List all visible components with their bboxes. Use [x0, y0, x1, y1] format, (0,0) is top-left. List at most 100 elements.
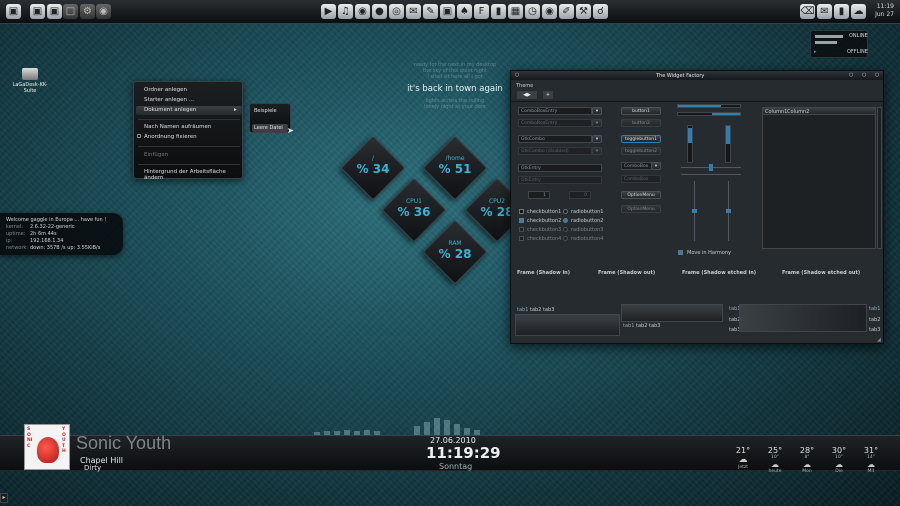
trash-icon[interactable]: ⌫ — [800, 4, 815, 19]
combo-arrow-icon-2[interactable]: ▾ — [592, 119, 602, 127]
editor-icon[interactable]: ✎ — [423, 4, 438, 19]
radiobutton2-dot[interactable] — [563, 218, 568, 223]
network-icon[interactable]: ☌ — [593, 4, 608, 19]
nb4-tab3[interactable]: tab3 — [869, 327, 880, 333]
battery-icon[interactable]: ▮ — [834, 4, 849, 19]
nb1-tab1[interactable]: tab1 — [517, 307, 528, 313]
menu-item-dokument-anlegen[interactable]: Dokument anlegen — [144, 107, 196, 113]
radiobutton1-dot[interactable] — [563, 209, 568, 214]
menu-item-einfuegen[interactable]: Einfügen — [144, 152, 168, 158]
vertical-progress-2 — [725, 125, 731, 163]
titlebar[interactable]: ○ The Widget Factory ○ ○ ○ — [511, 71, 883, 80]
root-title: / — [371, 155, 375, 162]
clock-icon[interactable]: ◷ — [525, 4, 540, 19]
combobox-entry-2[interactable]: ComboBoxEntry — [518, 119, 592, 127]
terminal2-icon[interactable]: ▮ — [491, 4, 506, 19]
menu-item-anordnung[interactable]: Anordnung fixieren — [144, 134, 197, 140]
weather-tray-icon[interactable]: ☁ — [851, 4, 866, 19]
weather-today-temp: 25° — [767, 446, 783, 455]
gear-icon[interactable]: ⚙ — [80, 4, 95, 19]
submenu-item-beispiele[interactable]: Beispiele — [254, 108, 277, 114]
vscale-2-handle[interactable] — [726, 209, 731, 213]
window-icon[interactable]: □ — [63, 4, 78, 19]
cloud-icon: ☁ — [771, 460, 779, 469]
calendar-icon[interactable]: ▦ — [508, 4, 523, 19]
font-icon[interactable]: F — [474, 4, 489, 19]
mail-tray-icon[interactable]: ✉ — [817, 4, 832, 19]
nb2-tab3[interactable]: tab3 — [649, 323, 660, 329]
checkbutton2-box[interactable] — [519, 218, 524, 223]
game-icon[interactable]: ♠ — [457, 4, 472, 19]
corner-launcher-icon[interactable]: ▸ — [0, 493, 8, 503]
desktop-icon-suite[interactable]: LaGaDesk-KK- Suite — [10, 68, 50, 94]
tree-view[interactable]: Column1 Column2 — [762, 107, 876, 249]
browser-icon[interactable]: ▣ — [30, 4, 45, 19]
button2: button2 — [621, 119, 661, 127]
option-menu-1[interactable]: OptionMenu — [621, 191, 661, 199]
lyrics-line-3: I shall sit here all I got — [427, 74, 483, 80]
combobox-1-arrow-icon[interactable]: ▾ — [651, 162, 661, 170]
column2-header[interactable]: Column2 — [787, 109, 809, 115]
mail-icon[interactable]: ✉ — [406, 4, 421, 19]
vscale-1-handle[interactable] — [692, 209, 697, 213]
togglebutton1[interactable]: togglebutton1 — [621, 135, 661, 143]
cloud-icon-2: ☁ — [803, 460, 811, 469]
weather-tue-temp: 30° — [831, 446, 847, 455]
nb2-tab2[interactable]: tab2 — [636, 323, 647, 329]
maximize-icon[interactable]: ○ — [862, 72, 866, 78]
chat-icon[interactable]: ● — [372, 4, 387, 19]
nb2-tab1[interactable]: tab1 — [623, 323, 634, 329]
disc-icon[interactable]: ◉ — [542, 4, 557, 19]
submenu-dokument: Beispiele Leere Datei — [249, 103, 291, 133]
minimize-icon[interactable]: ○ — [849, 72, 853, 78]
nb1-tab3[interactable]: tab3 — [543, 307, 554, 313]
menu-item-nach-namen[interactable]: Nach Namen aufräumen — [144, 124, 211, 130]
menu-item-starter-anlegen[interactable]: Starter anlegen ... — [144, 97, 194, 103]
gtk-entry[interactable]: GtkEntry — [518, 164, 602, 172]
uptime-value: 2h 6m 44s — [30, 231, 57, 237]
nb4-tab1[interactable]: tab1 — [869, 306, 880, 312]
web-icon[interactable]: ◉ — [96, 4, 111, 19]
nb4-tab2[interactable]: tab2 — [869, 317, 880, 323]
music-icon[interactable]: ♫ — [338, 4, 353, 19]
window-menu-icon[interactable]: ○ — [515, 72, 519, 78]
menu-item-hintergrund[interactable]: Hintergrund der Arbeitsfläche ändern — [144, 169, 242, 181]
camera-icon[interactable]: ◉ — [355, 4, 370, 19]
gtk-combo[interactable]: GtkCombo — [518, 135, 592, 143]
checkbutton1-box[interactable] — [519, 209, 524, 214]
close-icon[interactable]: ○ — [875, 72, 879, 78]
gtk-combo-arrow-icon[interactable]: ▾ — [592, 135, 602, 143]
nb1-tab2[interactable]: tab2 — [530, 307, 541, 313]
add-icon[interactable]: + — [543, 91, 553, 99]
menu-item-ordner-anlegen[interactable]: Ordner anlegen — [144, 87, 187, 93]
column1-header[interactable]: Column1 — [765, 109, 787, 115]
mouse-cursor-icon: ➤ — [287, 126, 294, 135]
globe-icon[interactable]: ◎ — [389, 4, 404, 19]
hscale-1-handle[interactable] — [709, 164, 713, 171]
hscale-2[interactable] — [681, 174, 741, 175]
spin-button-1[interactable]: 1 — [528, 191, 550, 199]
player-icon[interactable]: ▶ — [321, 4, 336, 19]
album-name: Dirty — [84, 464, 102, 472]
move-harmony-checkbox[interactable] — [678, 250, 683, 255]
combo-arrow-icon[interactable]: ▾ — [592, 107, 602, 115]
folder-icon[interactable]: ▣ — [47, 4, 62, 19]
weather-today-day: heute — [768, 469, 782, 474]
spin-button-2[interactable]: 0 — [569, 191, 591, 199]
weather-tue-day: Die — [835, 469, 843, 474]
submenu-item-leere-datei[interactable]: Leere Datei — [254, 125, 283, 131]
cloud-icon-3: ☁ — [835, 460, 843, 469]
photo-icon[interactable]: ▣ — [440, 4, 455, 19]
terminal-icon[interactable]: ▣ — [6, 4, 21, 19]
lyrics-current-line: it's back in town again — [407, 84, 503, 94]
tree-scrollbar[interactable] — [877, 107, 882, 249]
paint-icon[interactable]: ✐ — [559, 4, 574, 19]
panel-clock[interactable]: 11:19 Jun 27 — [875, 3, 894, 19]
resize-grip-icon[interactable]: ◢ — [877, 337, 881, 343]
nav-back-forward-icon[interactable]: ◀▶ — [517, 91, 537, 99]
desktop-context-menu: Ordner anlegen Starter anlegen ... Dokum… — [133, 81, 243, 181]
theme-menu[interactable]: Theme — [516, 83, 533, 89]
tools-icon[interactable]: ⚒ — [576, 4, 591, 19]
combobox-entry-1[interactable]: ComboBoxEntry — [518, 107, 592, 115]
button1[interactable]: button1 — [621, 107, 661, 115]
